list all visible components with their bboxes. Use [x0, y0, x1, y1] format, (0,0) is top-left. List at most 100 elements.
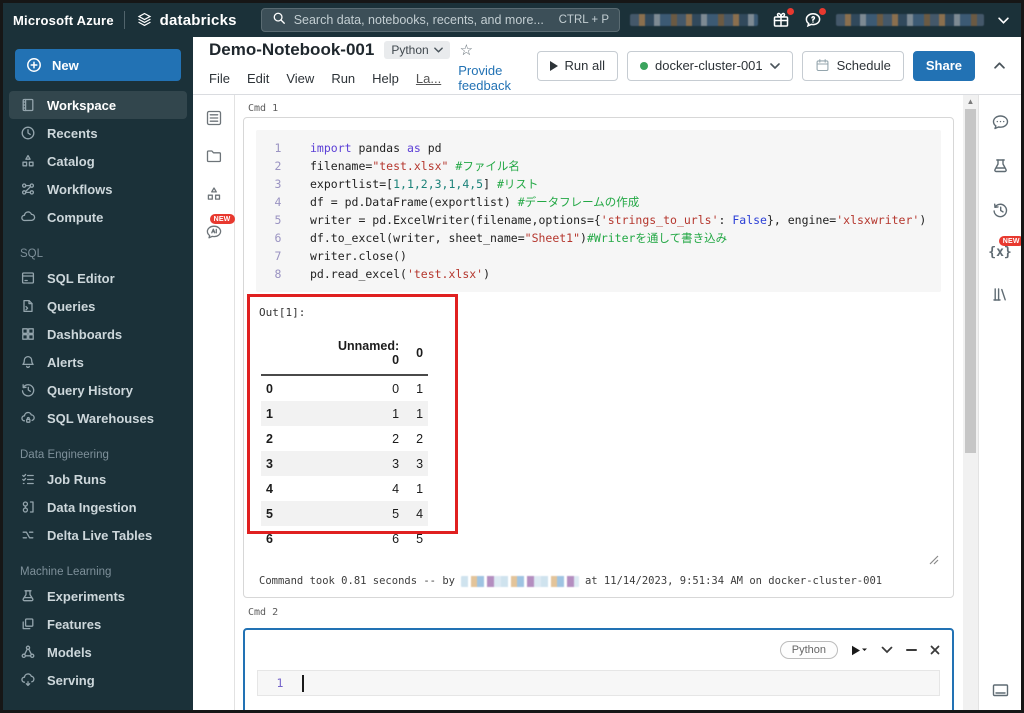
schedule-button[interactable]: Schedule [801, 50, 904, 81]
notebook-menubar: File Edit View Run Help La... Provide fe… [209, 63, 537, 93]
cmd2-code-editor[interactable]: 1 [257, 670, 940, 696]
folder-icon[interactable] [205, 147, 223, 165]
sidebar-item-recents[interactable]: Recents [9, 119, 187, 147]
menu-help[interactable]: Help [372, 71, 399, 86]
menu-run[interactable]: Run [331, 71, 355, 86]
search-input[interactable] [293, 13, 551, 27]
sidebar-item-serving[interactable]: Serving [9, 666, 187, 694]
search-shortcut: CTRL + P [558, 14, 609, 26]
sidebar-item-dashboards[interactable]: Dashboards [9, 320, 187, 348]
menu-edit[interactable]: Edit [247, 71, 269, 86]
sidebar-item-experiments[interactable]: Experiments [9, 582, 187, 610]
variables-icon[interactable]: NEW {x} [988, 236, 1021, 260]
table-row: 4 4 1 [261, 476, 428, 501]
code-line[interactable]: 3 exportlist=[1,1,2,3,1,4,5] #リスト [256, 175, 941, 193]
revision-history-icon[interactable] [991, 201, 1010, 220]
library-icon[interactable] [991, 285, 1010, 304]
notification-dot [819, 8, 826, 15]
code-line[interactable]: 6 df.to_excel(writer, sheet_name="Sheet1"… [256, 229, 941, 247]
gift-icon[interactable] [772, 8, 794, 29]
cmd2-toolbar: Python [257, 637, 940, 663]
cell-language-pill[interactable]: Python [779, 641, 838, 659]
comments-icon[interactable] [991, 113, 1010, 132]
left-sidebar: New Workspace Recents Catalog Workflows … [3, 37, 193, 710]
code-line[interactable]: 4 df = pd.DataFrame(exportlist) #データフレームの… [256, 193, 941, 211]
code-line[interactable]: 2 filename="test.xlsx" #ファイル名 [256, 157, 941, 175]
cluster-selector[interactable]: docker-cluster-001 [626, 50, 793, 81]
experiments-icon[interactable] [991, 157, 1010, 176]
sidebar-item-job-runs[interactable]: Job Runs [9, 465, 187, 493]
run-all-label: Run all [564, 58, 605, 73]
sidebar-item-alerts[interactable]: Alerts [9, 348, 187, 376]
chevron-down-icon[interactable] [881, 646, 893, 654]
menu-view[interactable]: View [286, 71, 314, 86]
collapse-header-icon[interactable] [994, 62, 1005, 69]
code-token: 'xlsxwriter' [836, 213, 920, 227]
new-button[interactable]: New [15, 49, 181, 81]
minimize-cell-icon[interactable] [906, 648, 917, 652]
sidebar-item-query-history[interactable]: Query History [9, 376, 187, 404]
scrollbar-thumb[interactable] [965, 109, 976, 453]
sidebar-item-label: Query History [47, 382, 133, 398]
variables-glyph: {x} [988, 245, 1012, 260]
sidebar-item-label: SQL Editor [47, 270, 115, 286]
sidebar-item-catalog[interactable]: Catalog [9, 147, 187, 175]
close-cell-icon[interactable] [930, 645, 940, 655]
menu-file[interactable]: File [209, 71, 230, 86]
sidebar-item-label: Features [47, 616, 102, 632]
favorite-star-icon[interactable]: ☆ [460, 41, 473, 59]
code-cell-1[interactable]: 1 import pandas as pd 2 filename="test.xls… [243, 117, 954, 598]
sidebar-item-workflows[interactable]: Workflows [9, 175, 187, 203]
sidebar-item-models[interactable]: Models [9, 638, 187, 666]
assistant-icon[interactable]: NEW [205, 214, 235, 241]
databricks-logo[interactable]: databricks [135, 11, 237, 30]
resize-handle[interactable] [929, 555, 939, 565]
code-token: : [718, 213, 733, 227]
language-selector[interactable]: Python [384, 41, 450, 59]
sidebar-item-compute[interactable]: Compute [9, 203, 187, 231]
sidebar-item-queries[interactable]: Queries [9, 292, 187, 320]
sidebar-item-delta-live-tables[interactable]: Delta Live Tables [9, 521, 187, 549]
last-edit-label[interactable]: La... [416, 71, 441, 86]
main-area: Demo-Notebook-001 Python ☆ File Edit Vie… [193, 37, 1021, 710]
sidebar-item-sql-editor[interactable]: SQL Editor [9, 264, 187, 292]
sidebar-item-label: SQL Warehouses [47, 410, 154, 426]
table-row: 1 1 1 [261, 401, 429, 426]
sidebar-item-label: Workspace [47, 97, 117, 113]
help-chat-icon[interactable] [804, 8, 826, 29]
vertical-scrollbar[interactable]: ▲ [963, 95, 978, 710]
column-header: 0 [404, 335, 429, 376]
sidebar-item-features[interactable]: Features [9, 610, 187, 638]
sidebar-item-workspace[interactable]: Workspace [9, 91, 187, 119]
code-text: pd.read_excel('test.xlsx') [300, 265, 490, 283]
code-line[interactable]: 5 writer = pd.ExcelWriter(filename,option… [256, 211, 941, 229]
run-cell-icon[interactable] [851, 645, 868, 656]
scrollbar-up-arrow[interactable]: ▲ [963, 98, 978, 106]
share-button[interactable]: Share [912, 50, 975, 81]
provide-feedback-link[interactable]: Provide feedback [458, 63, 536, 93]
code-token: ) [919, 213, 927, 227]
code-token: #Writerを通して書き込み [586, 231, 728, 245]
notebook-scroll-area[interactable]: Cmd 1 1 import pandas as pd 2 filename="te… [235, 95, 963, 710]
redacted-user-email [836, 14, 984, 26]
code-line[interactable]: 8 pd.read_excel('test.xlsx') [256, 265, 941, 283]
code-line[interactable]: 7 writer.close() [256, 247, 941, 265]
table-of-contents-icon[interactable] [205, 109, 223, 127]
sidebar-item-data-ingestion[interactable]: Data Ingestion [9, 493, 187, 521]
notebook-header: Demo-Notebook-001 Python ☆ File Edit Vie… [193, 37, 1021, 95]
global-search[interactable]: CTRL + P [260, 8, 620, 32]
toggle-shortcuts-panel-icon[interactable] [991, 683, 1010, 698]
code-cell-2[interactable]: Python 1 [243, 628, 954, 710]
code-token: "test.xlsx" [372, 159, 449, 173]
code-token: ] [483, 177, 497, 191]
code-token: writer.close() [310, 249, 407, 263]
sidebar-item-sql-warehouses[interactable]: SQL Warehouses [9, 404, 187, 432]
run-all-button[interactable]: Run all [536, 50, 618, 81]
catalog-icon[interactable] [205, 185, 223, 203]
cmd1-code-editor[interactable]: 1 import pandas as pd 2 filename="test.xls… [256, 130, 941, 292]
account-chevron-icon[interactable] [998, 11, 1009, 29]
code-line[interactable]: 1 import pandas as pd [256, 139, 941, 157]
top-bar: Microsoft Azure databricks CTRL + P [3, 3, 1021, 37]
table-row: 5 5 4 [261, 501, 429, 526]
notebook-title[interactable]: Demo-Notebook-001 [209, 40, 374, 60]
